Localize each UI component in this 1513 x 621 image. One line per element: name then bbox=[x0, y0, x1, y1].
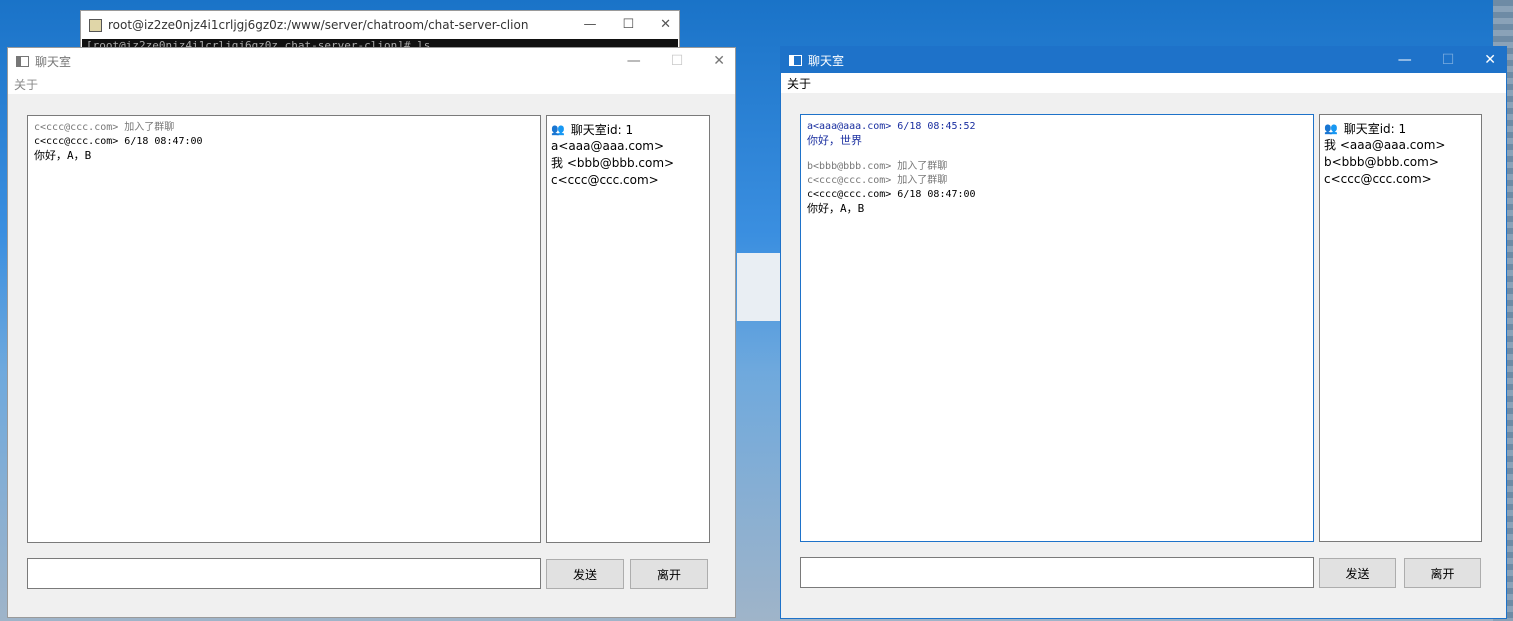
terminal-title: root@iz2ze0njz4i1crljgj6gz0z:/www/server… bbox=[108, 18, 529, 32]
minimize-icon[interactable]: — bbox=[1398, 52, 1412, 68]
message-item: c<ccc@ccc.com> 6/18 08:47:00 你好，A，B bbox=[807, 188, 1307, 216]
user-item[interactable]: c<ccc@ccc.com> bbox=[1324, 171, 1477, 188]
message-text: 你好，A，B bbox=[807, 202, 865, 215]
message-text: 你好，世界 bbox=[807, 134, 862, 147]
message-header: c<ccc@ccc.com> 6/18 08:47:00 bbox=[807, 189, 976, 200]
minimize-icon[interactable]: — bbox=[583, 17, 596, 32]
close-icon[interactable]: ✕ bbox=[660, 17, 671, 32]
message-item: c<ccc@ccc.com> 加入了群聊 bbox=[34, 121, 534, 135]
user-item[interactable]: 我 <aaa@aaa.com> bbox=[1324, 137, 1477, 154]
send-button[interactable]: 发送 bbox=[1319, 558, 1396, 588]
room-header: 👥 聊天室id: 1 bbox=[551, 120, 705, 138]
message-header: c<ccc@ccc.com> 6/18 08:47:00 bbox=[34, 136, 203, 147]
message-input[interactable] bbox=[27, 558, 541, 589]
leave-button[interactable]: 离开 bbox=[1404, 558, 1481, 588]
message-header: b<bbb@bbb.com> 加入了群聊 bbox=[807, 161, 948, 172]
room-id: 聊天室id: 1 bbox=[1343, 121, 1407, 136]
user-list[interactable]: 👥 聊天室id: 1 a<aaa@aaa.com> 我 <bbb@bbb.com… bbox=[546, 115, 710, 543]
user-item[interactable]: b<bbb@bbb.com> bbox=[1324, 154, 1477, 171]
user-list[interactable]: 👥 聊天室id: 1 我 <aaa@aaa.com> b<bbb@bbb.com… bbox=[1319, 114, 1482, 542]
chat-window-b[interactable]: 聊天室 — ☐ ✕ 关于 c<ccc@ccc.com> 加入了群聊 c<ccc@… bbox=[7, 47, 736, 618]
chat-window-a[interactable]: 聊天室 — ☐ ✕ 关于 a<aaa@aaa.com> 6/18 08:45:5… bbox=[780, 46, 1507, 619]
menu-bar: 关于 bbox=[781, 73, 1506, 93]
menu-about[interactable]: 关于 bbox=[14, 76, 38, 93]
users-icon: 👥 bbox=[1324, 121, 1338, 135]
user-item[interactable]: a<aaa@aaa.com> bbox=[551, 138, 705, 155]
user-item[interactable]: c<ccc@ccc.com> bbox=[551, 172, 705, 189]
message-header: c<ccc@ccc.com> 加入了群聊 bbox=[34, 122, 175, 133]
message-list[interactable]: c<ccc@ccc.com> 加入了群聊 c<ccc@ccc.com> 6/18… bbox=[27, 115, 541, 543]
putty-icon bbox=[89, 18, 102, 32]
window-title: 聊天室 bbox=[35, 54, 72, 69]
leave-button[interactable]: 离开 bbox=[630, 559, 708, 589]
close-icon[interactable]: ✕ bbox=[713, 53, 725, 69]
room-header: 👥 聊天室id: 1 bbox=[1324, 119, 1477, 137]
send-button[interactable]: 发送 bbox=[546, 559, 624, 589]
app-icon bbox=[16, 55, 29, 67]
menu-bar: 关于 bbox=[8, 74, 735, 94]
message-item: b<bbb@bbb.com> 加入了群聊 bbox=[807, 160, 1307, 174]
message-item: a<aaa@aaa.com> 6/18 08:45:52 你好，世界 bbox=[807, 120, 1307, 148]
message-list[interactable]: a<aaa@aaa.com> 6/18 08:45:52 你好，世界 b<bbb… bbox=[800, 114, 1314, 542]
room-id: 聊天室id: 1 bbox=[570, 122, 634, 137]
users-icon: 👥 bbox=[551, 122, 565, 136]
user-item[interactable]: 我 <bbb@bbb.com> bbox=[551, 155, 705, 172]
message-header: c<ccc@ccc.com> 加入了群聊 bbox=[807, 175, 948, 186]
minimize-icon[interactable]: — bbox=[627, 53, 641, 69]
app-icon bbox=[789, 54, 802, 66]
message-header: a<aaa@aaa.com> 6/18 08:45:52 bbox=[807, 121, 976, 132]
terminal-window-controls: — ☐ ✕ bbox=[583, 17, 671, 32]
message-item: c<ccc@ccc.com> 6/18 08:47:00 你好，A，B bbox=[34, 135, 534, 163]
maximize-icon[interactable]: ☐ bbox=[671, 53, 684, 69]
desktop-panel bbox=[737, 253, 781, 321]
close-icon[interactable]: ✕ bbox=[1484, 52, 1496, 68]
message-text: 你好，A，B bbox=[34, 149, 92, 162]
maximize-icon[interactable]: ☐ bbox=[622, 17, 634, 32]
maximize-icon[interactable]: ☐ bbox=[1442, 52, 1455, 68]
message-item: c<ccc@ccc.com> 加入了群聊 bbox=[807, 174, 1307, 188]
window-titlebar[interactable]: 聊天室 — ☐ ✕ bbox=[8, 48, 735, 74]
message-input[interactable] bbox=[800, 557, 1314, 588]
menu-about[interactable]: 关于 bbox=[787, 75, 811, 92]
window-titlebar[interactable]: 聊天室 — ☐ ✕ bbox=[781, 47, 1506, 73]
window-title: 聊天室 bbox=[808, 53, 845, 68]
